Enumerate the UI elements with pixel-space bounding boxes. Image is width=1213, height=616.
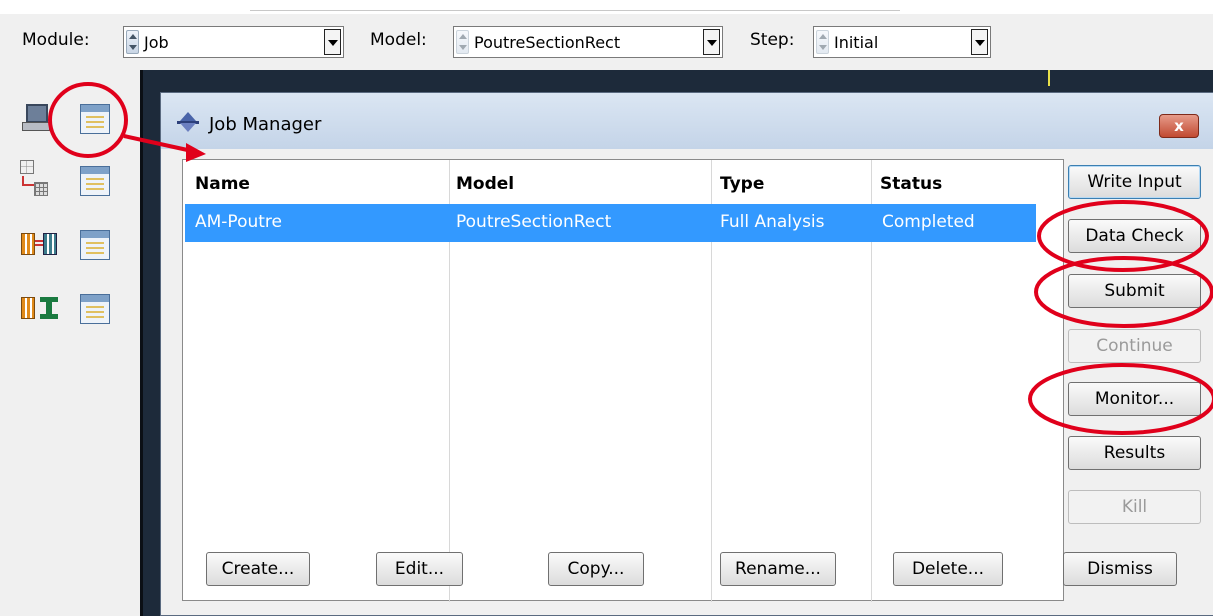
module-label: Module:	[22, 30, 90, 50]
job-manager-icon[interactable]	[80, 104, 110, 134]
coexecution-left-icon[interactable]	[21, 233, 35, 255]
kill-button[interactable]: Kill	[1068, 490, 1201, 524]
optimization-manager-icon[interactable]	[80, 294, 110, 324]
module-toolbox	[0, 70, 140, 616]
chevron-down-icon[interactable]	[971, 29, 988, 55]
delete-button[interactable]: Delete...	[893, 552, 1003, 586]
table-row[interactable]: AM-Poutre PoutreSectionRect Full Analysi…	[185, 204, 1036, 242]
job-model-cell: PoutreSectionRect	[456, 212, 612, 232]
step-value: Initial	[834, 33, 879, 52]
viewport-marker	[1048, 70, 1050, 86]
column-header-model[interactable]: Model	[456, 174, 514, 194]
adaptivity-grid-icon	[34, 182, 48, 196]
module-combo[interactable]: Job	[123, 26, 344, 58]
adaptivity-mesh-icon[interactable]	[20, 160, 34, 174]
rename-button[interactable]: Rename...	[720, 552, 836, 586]
window-top-divider	[250, 10, 900, 11]
dialog-title: Job Manager	[209, 114, 322, 135]
column-header-name[interactable]: Name	[195, 174, 250, 194]
data-check-button[interactable]: Data Check	[1068, 219, 1201, 253]
context-bar: Module: Job Model: PoutreSectionRect Ste…	[0, 14, 1213, 70]
spin-arrows-icon[interactable]	[126, 30, 139, 54]
column-header-type[interactable]: Type	[720, 174, 764, 194]
model-value: PoutreSectionRect	[474, 33, 621, 52]
model-combo[interactable]: PoutreSectionRect	[453, 26, 723, 58]
job-status-cell: Completed	[882, 212, 975, 232]
coexecution-swap-icon	[35, 240, 43, 246]
optimization-part-icon[interactable]	[21, 297, 35, 319]
dismiss-button[interactable]: Dismiss	[1063, 552, 1177, 586]
job-manager-dialog: Job Manager x Name Model Type Status AM-…	[160, 92, 1213, 616]
close-button[interactable]: x	[1159, 114, 1199, 138]
coexecution-right-icon[interactable]	[43, 233, 57, 255]
edit-button[interactable]: Edit...	[376, 552, 463, 586]
optimization-beam-icon[interactable]	[40, 297, 58, 319]
chevron-down-icon[interactable]	[324, 29, 341, 55]
dialog-titlebar[interactable]: Job Manager x	[161, 93, 1213, 149]
step-combo[interactable]: Initial	[813, 26, 991, 58]
results-button[interactable]: Results	[1068, 436, 1201, 470]
adaptivity-arrow-icon	[22, 176, 34, 186]
job-type-cell: Full Analysis	[720, 212, 825, 232]
model-label: Model:	[370, 30, 427, 50]
spin-arrows-icon[interactable]	[816, 30, 829, 54]
submit-button[interactable]: Submit	[1068, 274, 1201, 308]
continue-button[interactable]: Continue	[1068, 329, 1201, 363]
create-button[interactable]: Create...	[206, 552, 310, 586]
copy-button[interactable]: Copy...	[548, 552, 644, 586]
coexecution-manager-icon[interactable]	[80, 230, 110, 260]
job-manager-title-icon	[177, 112, 199, 134]
monitor-button[interactable]: Monitor...	[1068, 382, 1201, 416]
module-value: Job	[144, 33, 169, 52]
step-label: Step:	[750, 30, 795, 50]
adaptivity-manager-icon[interactable]	[80, 166, 110, 196]
jobs-table[interactable]: Name Model Type Status AM-Poutre PoutreS…	[182, 159, 1064, 602]
job-computer-icon[interactable]	[20, 102, 50, 132]
job-name-cell: AM-Poutre	[195, 212, 282, 232]
spin-arrows-icon[interactable]	[456, 30, 469, 54]
chevron-down-icon[interactable]	[703, 29, 720, 55]
table-header: Name Model Type Status	[183, 160, 1063, 204]
write-input-button[interactable]: Write Input	[1068, 165, 1201, 199]
column-header-status[interactable]: Status	[880, 174, 942, 194]
